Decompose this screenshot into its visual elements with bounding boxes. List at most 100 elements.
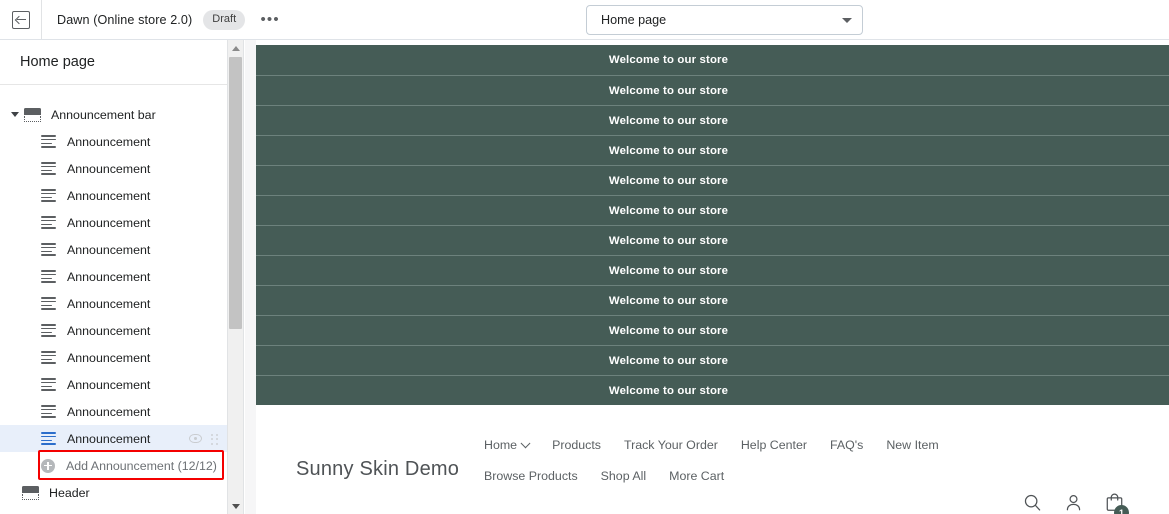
section-icon (24, 107, 41, 122)
sidebar-item-announcement[interactable]: Announcement (0, 155, 227, 182)
announcement-bar[interactable]: Welcome to our store (256, 165, 1169, 195)
announcement-text: Welcome to our store (608, 324, 729, 337)
text-lines-icon (41, 324, 56, 338)
sidebar-item-announcement-selected[interactable]: Announcement (0, 425, 227, 452)
announcement-bar[interactable]: Welcome to our store (256, 285, 1169, 315)
disclosure-triangle-icon[interactable] (8, 112, 22, 117)
sidebar-item-announcement[interactable]: Announcement (0, 182, 227, 209)
announcement-bar[interactable]: Welcome to our store (256, 195, 1169, 225)
announcement-bar[interactable]: Welcome to our store (256, 255, 1169, 285)
sidebar-item-label: Header (49, 485, 90, 500)
scrollbar-up-arrow[interactable] (228, 40, 244, 56)
announcement-text: Welcome to our store (608, 84, 729, 97)
page-title: Home page (0, 40, 227, 85)
status-badge: Draft (203, 9, 246, 30)
announcement-bar[interactable]: Welcome to our store (256, 135, 1169, 165)
text-lines-icon (41, 162, 56, 176)
sections-sidebar: Home page Announcement bar Announcement … (0, 40, 228, 514)
store-header-actions: 1 (1023, 492, 1129, 514)
text-lines-icon (41, 432, 56, 446)
announcement-bar[interactable]: Welcome to our store (256, 105, 1169, 135)
announcement-bar[interactable]: Welcome to our store (256, 315, 1169, 345)
sidebar-item-label: Announcement (67, 188, 151, 203)
announcement-bar[interactable]: Welcome to our store (256, 75, 1169, 105)
text-lines-icon (41, 189, 56, 203)
sidebar-item-announcement[interactable]: Announcement (0, 263, 227, 290)
text-lines-icon (41, 135, 56, 149)
theme-name-label: Dawn (Online store 2.0) (57, 12, 193, 27)
theme-preview: Welcome to our store Welcome to our stor… (245, 40, 1169, 514)
scrollbar-thumb[interactable] (229, 57, 242, 329)
text-lines-icon (41, 405, 56, 419)
top-bar: Dawn (Online store 2.0) Draft ••• Home p… (0, 0, 1169, 40)
nav-row-secondary: Browse Products Shop All More Cart (484, 469, 914, 483)
sidebar-item-announcement[interactable]: Announcement (0, 317, 227, 344)
chevron-down-icon (842, 17, 852, 23)
sidebar-item-announcement[interactable]: Announcement (0, 344, 227, 371)
row-actions (188, 425, 219, 452)
sidebar-item-label: Announcement (67, 242, 151, 257)
search-icon[interactable] (1023, 493, 1042, 514)
nav-item-shop-all[interactable]: Shop All (601, 469, 646, 483)
nav-item-more-cart[interactable]: More Cart (669, 469, 724, 483)
sidebar-item-announcement-bar[interactable]: Announcement bar (0, 101, 227, 128)
store-header: Sunny Skin Demo Home Products Track Your… (256, 410, 1169, 514)
account-icon[interactable] (1064, 493, 1083, 514)
sidebar-item-label: Announcement (67, 323, 151, 338)
announcement-text: Welcome to our store (608, 204, 729, 217)
nav-row-primary: Home Products Track Your Order Help Cent… (484, 437, 939, 452)
nav-item-browse-products[interactable]: Browse Products (484, 469, 578, 483)
sidebar-item-announcement[interactable]: Announcement (0, 371, 227, 398)
sidebar-scrollbar[interactable] (228, 40, 244, 514)
nav-item-home[interactable]: Home (484, 437, 531, 452)
section-icon (22, 485, 39, 500)
announcement-bar[interactable]: Welcome to our store (256, 45, 1169, 75)
add-announcement-button[interactable]: Add Announcement (12/12) (0, 452, 227, 479)
cart-icon[interactable]: 1 (1105, 492, 1129, 514)
sidebar-item-announcement[interactable]: Announcement (0, 290, 227, 317)
page-selector-value: Home page (601, 13, 667, 27)
announcement-bar[interactable]: Welcome to our store (256, 375, 1169, 405)
sidebar-item-announcement[interactable]: Announcement (0, 128, 227, 155)
nav-item-faqs[interactable]: FAQ's (830, 438, 863, 452)
text-lines-icon (41, 243, 56, 257)
plus-circle-icon (41, 458, 55, 473)
announcement-text: Welcome to our store (608, 234, 729, 247)
text-lines-icon (41, 297, 56, 311)
sidebar-item-announcement[interactable]: Announcement (0, 398, 227, 425)
sidebar-item-label: Announcement (67, 296, 151, 311)
nav-item-products[interactable]: Products (552, 438, 601, 452)
sidebar-item-label: Announcement (67, 377, 151, 392)
announcement-bar[interactable]: Welcome to our store (256, 225, 1169, 255)
more-actions-button[interactable]: ••• (257, 7, 283, 33)
announcement-text: Welcome to our store (608, 384, 729, 397)
sidebar-item-announcement[interactable]: Announcement (0, 236, 227, 263)
exit-icon (11, 10, 30, 29)
sidebar-item-announcement[interactable]: Announcement (0, 209, 227, 236)
text-lines-icon (41, 351, 56, 365)
announcement-text: Welcome to our store (608, 54, 729, 66)
scrollbar-down-arrow[interactable] (228, 498, 244, 514)
announcement-text: Welcome to our store (608, 264, 729, 277)
sidebar-item-header[interactable]: Header (0, 479, 227, 506)
announcement-bar[interactable]: Welcome to our store (256, 345, 1169, 375)
sidebar-item-label: Announcement (67, 431, 151, 446)
store-logo[interactable]: Sunny Skin Demo (296, 458, 459, 481)
announcement-text: Welcome to our store (608, 114, 729, 127)
exit-editor-button[interactable] (0, 0, 42, 39)
sidebar-item-label: Announcement (67, 350, 151, 365)
nav-item-track-your-order[interactable]: Track Your Order (624, 438, 718, 452)
drag-handle-icon[interactable] (211, 433, 219, 445)
nav-item-help-center[interactable]: Help Center (741, 438, 807, 452)
announcement-text: Welcome to our store (608, 294, 729, 307)
sidebar-item-label: Announcement (67, 269, 151, 284)
announcement-text: Welcome to our store (608, 354, 729, 367)
page-selector-dropdown[interactable]: Home page (586, 5, 863, 35)
sidebar-item-label: Announcement (67, 161, 151, 176)
nav-item-new-item[interactable]: New Item (886, 438, 938, 452)
add-announcement-label: Add Announcement (12/12) (66, 458, 217, 473)
text-lines-icon (41, 270, 56, 284)
section-tree: Announcement bar Announcement Announceme… (0, 85, 227, 506)
preview-gutter (245, 40, 256, 514)
eye-icon[interactable] (188, 431, 203, 446)
